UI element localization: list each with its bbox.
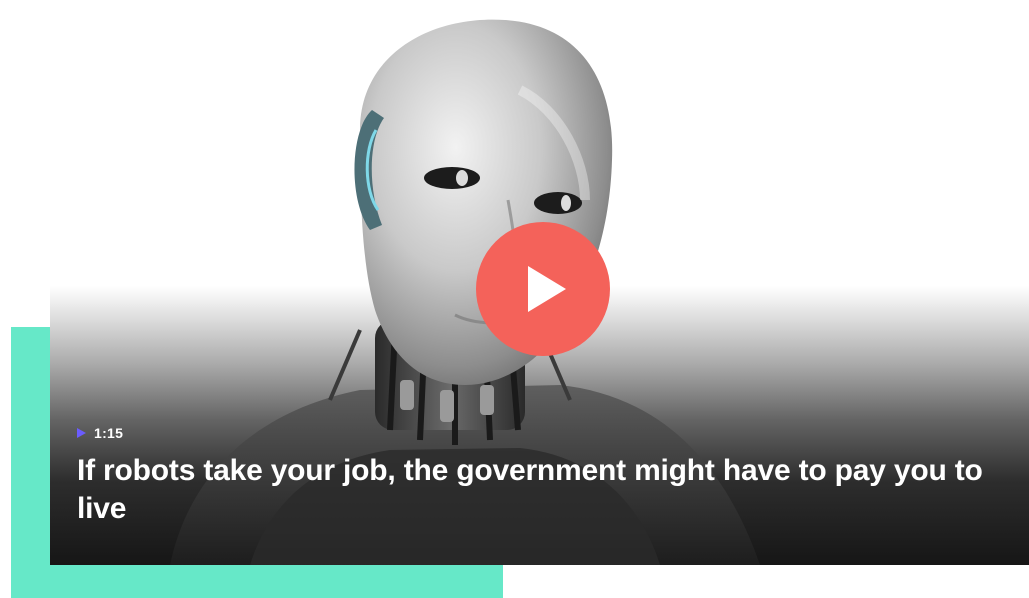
video-duration: 1:15 [94, 425, 124, 441]
play-button[interactable] [476, 222, 610, 356]
video-thumbnail: 1:15 If robots take your job, the govern… [0, 0, 1029, 565]
play-small-icon [77, 428, 86, 438]
video-title[interactable]: If robots take your job, the government … [77, 452, 997, 528]
video-card[interactable]: 1:15 If robots take your job, the govern… [0, 0, 1029, 565]
play-icon [528, 266, 566, 312]
duration-row: 1:15 [77, 425, 123, 441]
